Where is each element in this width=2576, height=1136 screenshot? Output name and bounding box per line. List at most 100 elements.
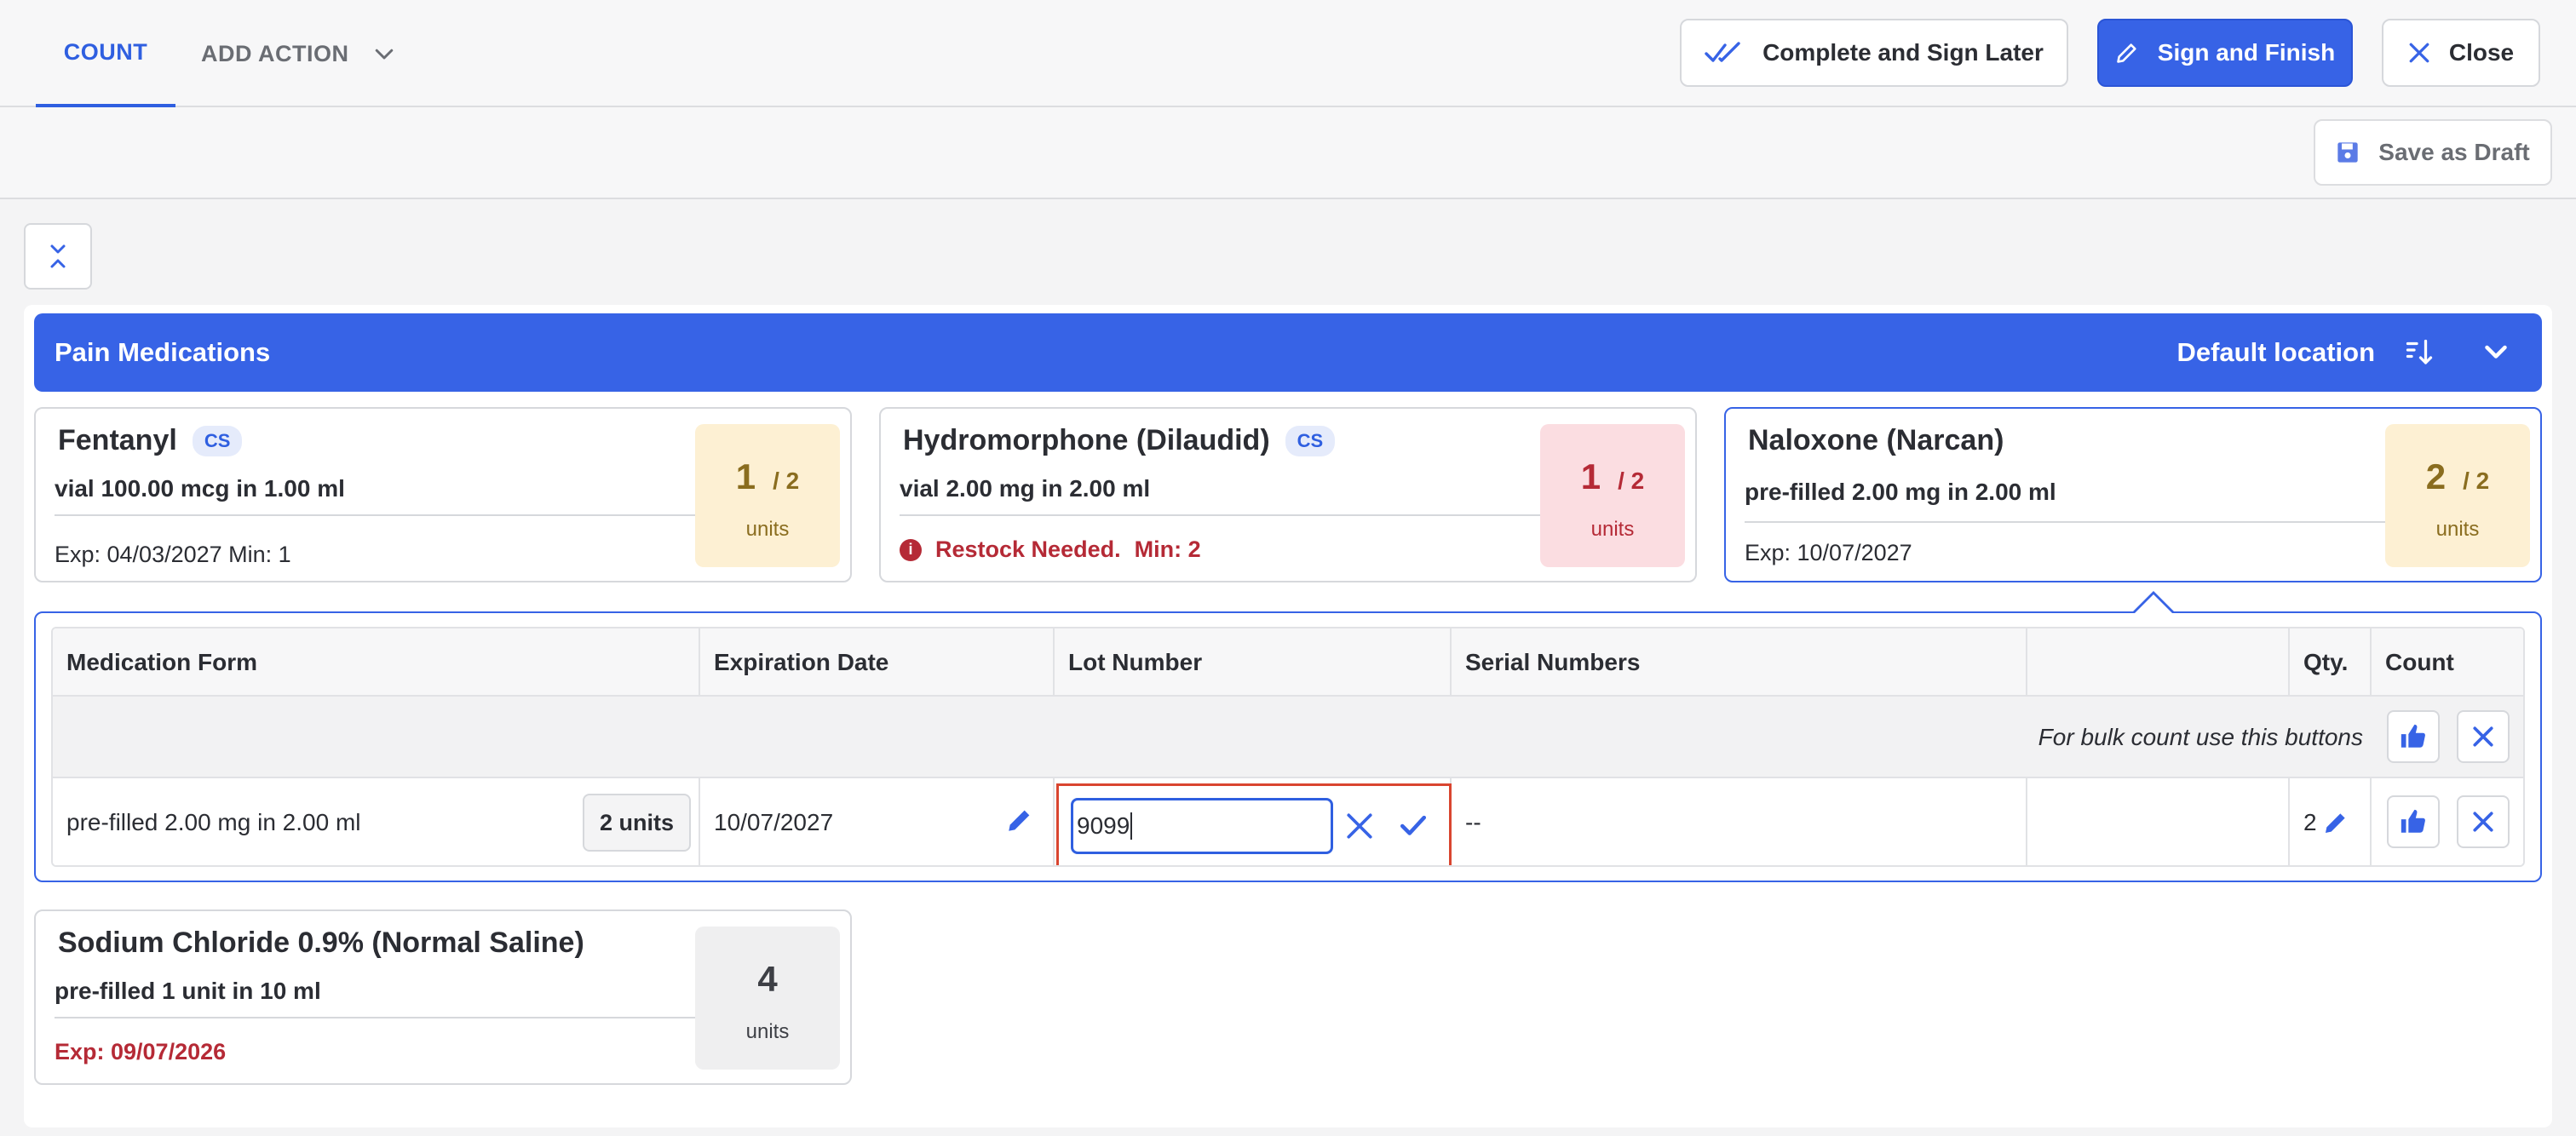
sign-and-finish-button[interactable]: Sign and Finish (2097, 19, 2353, 87)
divider (55, 514, 704, 516)
card-footer-expiry: Exp: 09/07/2026 (55, 1039, 227, 1064)
collapse-icon (50, 244, 66, 268)
count-unit: units (2435, 518, 2480, 541)
tab-add-action[interactable]: ADD ACTION (201, 0, 397, 107)
header-qty: Qty. (2290, 628, 2372, 697)
group-location[interactable]: Default location (2176, 313, 2375, 392)
thumbs-up-icon (2401, 809, 2425, 833)
bulk-reject-button[interactable] (2457, 710, 2510, 763)
divider (55, 1017, 704, 1018)
check-icon[interactable] (1398, 812, 1429, 841)
table-header: Medication Form Expiration Date Lot Numb… (53, 628, 2523, 697)
count-indicator: 2 / 2 units (2385, 424, 2530, 567)
cell-empty (2027, 778, 2290, 865)
complete-sign-later-button[interactable]: Complete and Sign Later (1680, 19, 2068, 87)
card-name: Sodium Chloride 0.9% (Normal Saline) (58, 927, 584, 960)
save-icon (2337, 142, 2358, 163)
cell-count (2372, 778, 2523, 865)
medication-card-sodium-chloride[interactable]: Sodium Chloride 0.9% (Normal Saline) pre… (34, 909, 852, 1085)
close-icon (2409, 43, 2429, 63)
count-value: 1 (735, 456, 756, 496)
count-total: / 2 (1618, 468, 1645, 494)
count-unit: units (1590, 518, 1635, 541)
count-confirm-button[interactable] (2387, 795, 2440, 848)
pencil-icon[interactable] (1005, 806, 1034, 835)
card-form: pre-filled 2.00 mg in 2.00 ml (1745, 479, 2056, 505)
bulk-confirm-button[interactable] (2387, 710, 2440, 763)
pencil-icon (2116, 43, 2136, 63)
chevron-down-icon[interactable] (2481, 337, 2511, 368)
header-expiration-date: Expiration Date (700, 628, 1055, 697)
close-icon[interactable] (1345, 812, 1374, 841)
cell-medication-form: pre-filled 2.00 mg in 2.00 ml 2 units (53, 778, 700, 865)
lot-number-input[interactable]: 9099 (1071, 798, 1333, 854)
card-form: pre-filled 1 unit in 10 ml (55, 978, 321, 1004)
card-form: vial 2.00 mg in 2.00 ml (900, 475, 1151, 502)
count-total: / 2 (2463, 468, 2490, 494)
tab-add-action-label: ADD ACTION (201, 40, 349, 66)
lot-number-editor: 9099 (1056, 783, 1452, 865)
count-unit: units (745, 518, 790, 541)
medication-card-naloxone[interactable]: Naloxone (Narcan) pre-filled 2.00 mg in … (1724, 407, 2542, 582)
card-footer: Exp: 04/03/2027 Min: 1 (55, 542, 291, 567)
sign-and-finish-label: Sign and Finish (2157, 39, 2336, 66)
count-reject-button[interactable] (2457, 795, 2510, 848)
restock-warning: i Restock Needed. Min: 2 (900, 536, 1201, 563)
group-header[interactable]: Pain Medications Default location (34, 313, 2542, 392)
secondary-toolbar (0, 107, 2576, 199)
units-chip: 2 units (583, 794, 692, 852)
double-check-icon (1705, 42, 1740, 62)
complete-sign-later-label: Complete and Sign Later (1762, 39, 2044, 66)
text-cursor (1130, 812, 1133, 840)
close-button[interactable]: Close (2382, 19, 2540, 87)
divider (1745, 521, 2394, 523)
selection-caret-inner (2135, 594, 2172, 613)
card-name: Fentanyl CS (58, 424, 243, 457)
count-total: / 2 (773, 468, 800, 494)
card-name: Hydromorphone (Dilaudid) CS (903, 424, 1336, 457)
tab-count[interactable]: COUNT (36, 0, 175, 107)
cell-qty: 2 (2290, 778, 2372, 865)
card-name: Naloxone (Narcan) (1748, 424, 2004, 457)
save-as-draft-label: Save as Draft (2378, 139, 2530, 165)
card-name-label: Hydromorphone (Dilaudid) (903, 424, 1270, 456)
count-value: 1 (1580, 456, 1601, 496)
restock-min: Min: 2 (1134, 536, 1201, 562)
save-as-draft-button[interactable]: Save as Draft (2314, 119, 2552, 186)
count-unit: units (745, 1020, 790, 1043)
top-bar: COUNT ADD ACTION Complete and Sign Later… (0, 0, 2576, 107)
count-value: 4 (757, 959, 778, 999)
count-table: Medication Form Expiration Date Lot Numb… (51, 627, 2525, 867)
collapse-all-button[interactable] (24, 223, 92, 290)
divider (900, 514, 1549, 516)
group-title: Pain Medications (55, 337, 271, 367)
cell-expiration-date: 10/07/2027 (700, 778, 1055, 865)
bulk-count-row: For bulk count use this buttons (53, 697, 2523, 778)
card-name-label: Sodium Chloride 0.9% (Normal Saline) (58, 927, 584, 959)
lot-number-value: 9099 (1077, 812, 1130, 839)
bulk-hint: For bulk count use this buttons (2038, 724, 2363, 750)
card-footer: Exp: 10/07/2027 (1745, 540, 1912, 565)
card-name-label: Fentanyl (58, 424, 177, 456)
cs-badge: CS (1285, 425, 1336, 456)
cs-badge: CS (192, 425, 243, 456)
medication-card-hydromorphone[interactable]: Hydromorphone (Dilaudid) CS vial 2.00 mg… (879, 407, 1697, 582)
qty-value: 2 (2303, 809, 2317, 835)
header-serial-numbers: Serial Numbers (1452, 628, 2027, 697)
cell-serial-numbers: -- (1452, 778, 2027, 865)
close-label: Close (2448, 39, 2515, 66)
close-icon (2473, 726, 2493, 747)
thumbs-up-icon (2401, 724, 2425, 748)
count-indicator: 1 / 2 units (1540, 424, 1685, 567)
chevron-down-icon (375, 49, 393, 60)
expiration-date-text: 10/07/2027 (714, 809, 834, 835)
count-indicator: 1 / 2 units (695, 424, 840, 567)
medication-form-text: pre-filled 2.00 mg in 2.00 ml (66, 809, 361, 835)
medication-card-fentanyl[interactable]: Fentanyl CS vial 100.00 mcg in 1.00 ml E… (34, 407, 852, 582)
pencil-icon[interactable] (2322, 809, 2349, 836)
header-count: Count (2385, 649, 2454, 675)
card-name-label: Naloxone (Narcan) (1748, 424, 2004, 456)
sort-icon[interactable] (2404, 337, 2435, 368)
header-empty (2027, 628, 2290, 697)
card-form: vial 100.00 mcg in 1.00 ml (55, 475, 345, 502)
